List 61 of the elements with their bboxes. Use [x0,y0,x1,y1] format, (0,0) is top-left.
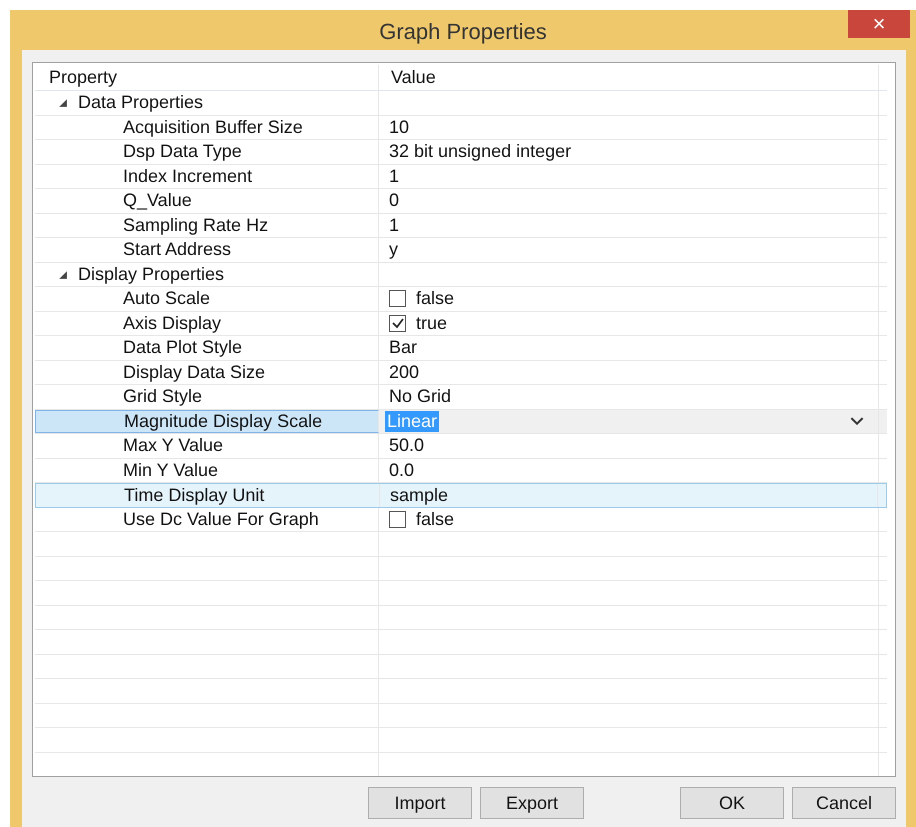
property-value: 0.0 [389,460,414,481]
property-name: Dsp Data Type [122,141,242,162]
property-value: 0 [389,190,400,212]
property-value: 32 bit unsigned integer [389,141,572,162]
property-name: Grid Style [122,386,202,408]
column-header[interactable]: Property [35,65,379,90]
category-label: Data Properties [78,92,204,114]
column-header[interactable]: Value [379,65,878,90]
property-row[interactable]: Max Y Value 50.0 [35,434,887,458]
property-value: 200 [389,362,420,383]
ok-button[interactable]: OK [680,787,784,819]
property-row[interactable]: Axis Display true [35,312,887,336]
import-button[interactable]: Import [368,787,472,819]
property-value: No Grid [389,386,452,408]
property-name: Axis Display [122,312,222,334]
property-name: Magnitude Display Scale [123,410,322,432]
export-button[interactable]: Export [480,787,584,819]
property-row[interactable]: Display Data Size 200 [35,360,887,385]
property-name: Acquisition Buffer Size [122,116,303,138]
property-row[interactable]: Auto Scale false [35,287,887,312]
property-name: Index Increment [122,166,252,187]
property-row[interactable]: Data Plot Style Bar [35,336,887,360]
property-name: Min Y Value [122,460,218,481]
window-title: Graph Properties [379,18,547,45]
property-row[interactable]: Start Address y [35,238,887,262]
property-name: Time Display Unit [123,484,264,506]
expander-icon[interactable] [57,97,68,108]
property-name: Use Dc Value For Graph [122,508,319,530]
property-name: Max Y Value [122,435,224,456]
property-value: sample [390,484,448,506]
checkbox[interactable] [389,510,406,528]
property-value: Bar [389,337,418,358]
checkbox[interactable] [389,314,406,332]
property-value: false [416,288,454,310]
property-row[interactable]: Magnitude Display Scale Linear [35,410,887,434]
close-button[interactable]: × [848,10,910,38]
property-value: 10 [389,116,410,138]
property-name: Auto Scale [122,288,210,310]
property-value: 1 [389,214,400,236]
property-name: Start Address [122,239,232,260]
cancel-button[interactable]: Cancel [792,787,896,819]
chevron-down-icon[interactable] [850,416,864,426]
property-row[interactable]: Time Display Unit sample [35,483,887,508]
property-name: Display Data Size [122,362,266,383]
category-label: Display Properties [78,264,224,285]
property-row[interactable]: Dsp Data Type 32 bit unsigned integer [35,140,887,164]
property-row[interactable]: Use Dc Value For Graph false [35,508,887,532]
expander-icon[interactable] [57,268,68,280]
property-row[interactable]: Index Increment 1 [35,164,887,189]
property-row[interactable]: Acquisition Buffer Size 10 [35,116,887,140]
property-name: Data Plot Style [122,337,242,358]
property-value: 50.0 [389,435,424,456]
property-row[interactable]: Sampling Rate Hz 1 [35,214,887,238]
property-name: Sampling Rate Hz [122,214,268,236]
checkbox[interactable] [389,290,406,308]
property-value: false [416,508,454,530]
property-name: Q_Value [122,190,192,212]
property-row[interactable]: Q_Value 0 [35,189,887,214]
property-value: true [416,312,448,334]
property-value: y [389,239,398,260]
property-value: 1 [389,166,400,187]
